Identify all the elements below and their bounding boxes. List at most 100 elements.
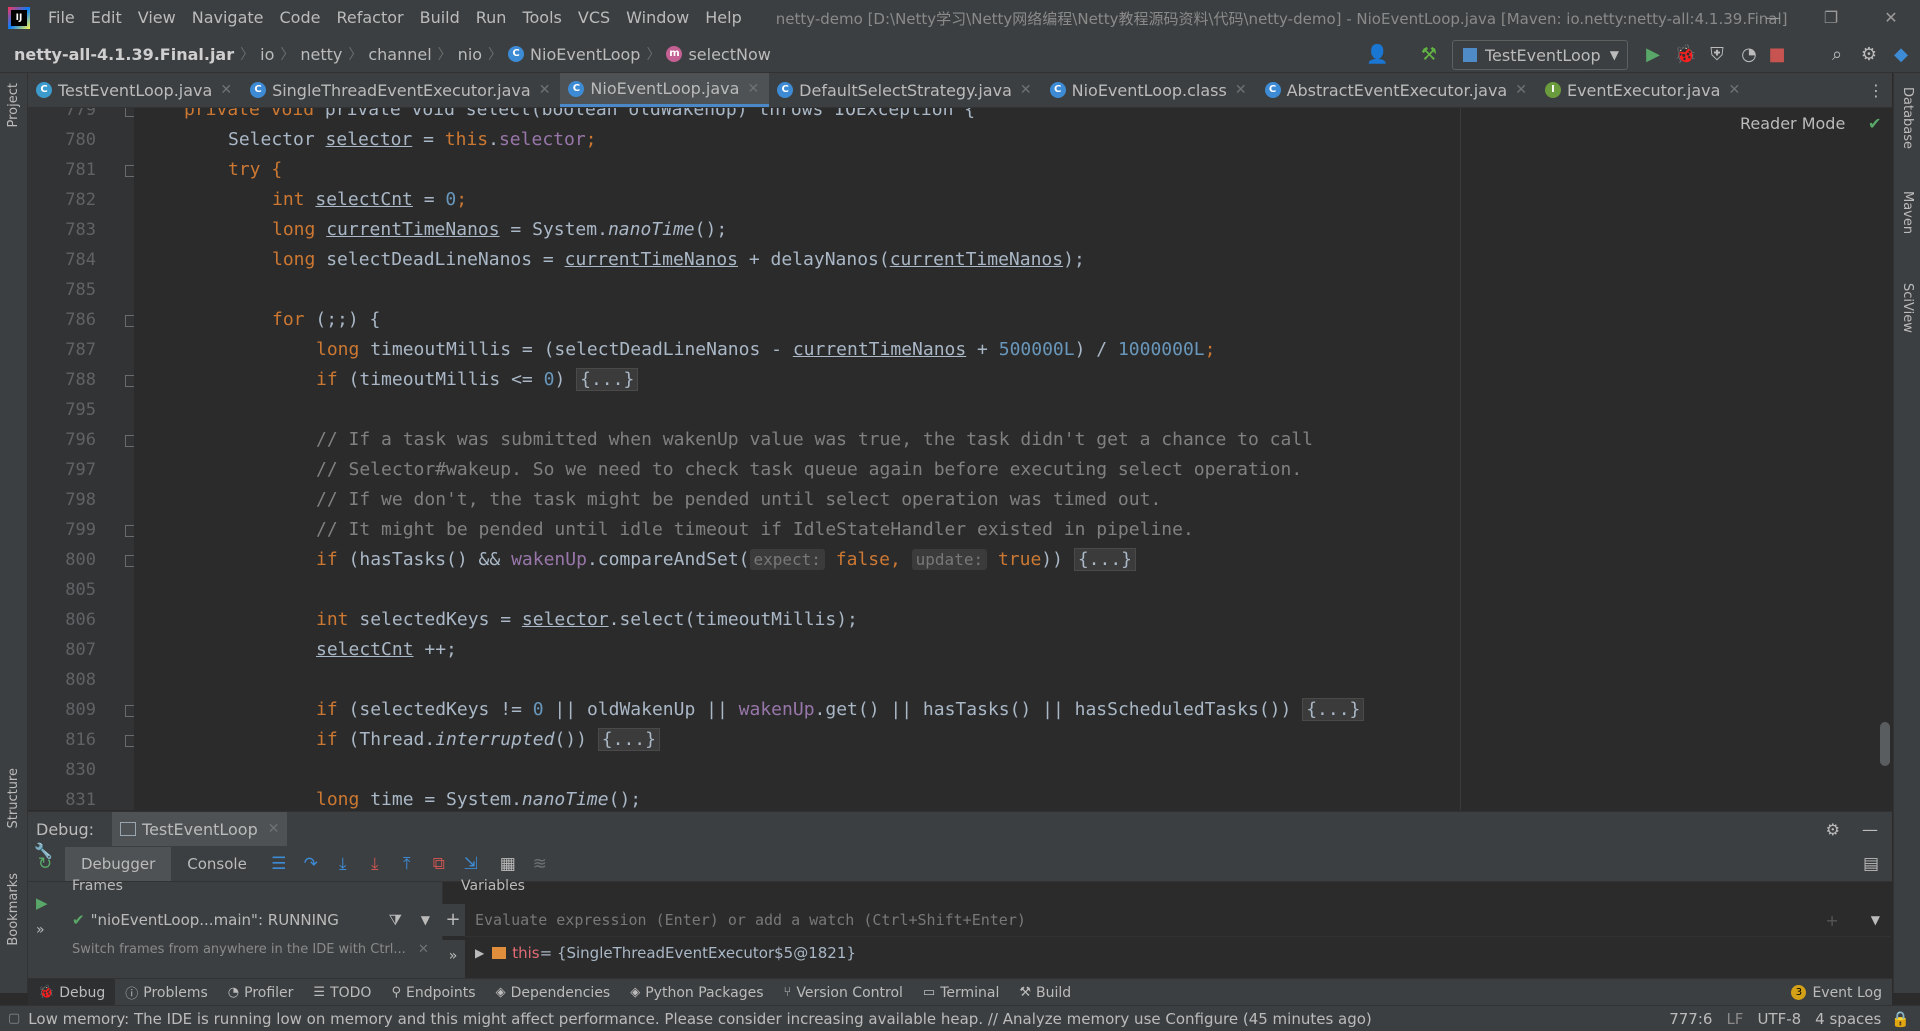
tab-debugger[interactable]: Debugger: [65, 847, 172, 881]
fold-marker-icon[interactable]: [125, 315, 134, 327]
menu-edit[interactable]: Edit: [83, 0, 130, 36]
drop-frame-icon[interactable]: ⧉: [428, 853, 450, 875]
fold-expand-icon[interactable]: [125, 555, 134, 567]
filter-icon[interactable]: ⧩: [389, 911, 402, 929]
tool-profiler[interactable]: ◔ Profiler: [218, 979, 304, 1006]
reader-mode-button[interactable]: Reader Mode: [1740, 114, 1845, 133]
build-hammer-icon[interactable]: ⚒: [1418, 44, 1440, 66]
menu-run[interactable]: Run: [468, 0, 515, 36]
overflow-icon[interactable]: »: [441, 940, 465, 979]
close-hint-icon[interactable]: ✕: [418, 942, 429, 957]
tab-nioeventloop-class[interactable]: C NioEventLoop.class ✕: [1042, 73, 1257, 107]
step-out-icon[interactable]: ⤒: [396, 853, 418, 875]
menu-build[interactable]: Build: [412, 0, 468, 36]
menu-help[interactable]: Help: [697, 0, 749, 36]
evaluate-expression-input[interactable]: Evaluate expression (Enter) or add a wat…: [465, 904, 1890, 937]
status-toggle-icon[interactable]: ▢: [8, 1011, 20, 1026]
menu-vcs[interactable]: VCS: [570, 0, 618, 36]
code-editor[interactable]: private void private void select(boolean…: [134, 108, 1892, 810]
tab-eventexecutor[interactable]: I EventExecutor.java ✕: [1537, 73, 1750, 107]
breadcrumb-method[interactable]: m selectNow: [666, 45, 771, 64]
tab-singlethreadeventexecutor[interactable]: C SingleThreadEventExecutor.java ✕: [242, 73, 560, 107]
lock-icon[interactable]: 🔒: [1891, 1010, 1910, 1028]
add-to-watches-icon[interactable]: +: [1825, 911, 1838, 930]
close-tab-icon[interactable]: ✕: [1728, 82, 1740, 98]
account-icon[interactable]: 👤: [1366, 44, 1388, 66]
force-step-into-icon[interactable]: ⤓: [364, 853, 386, 875]
close-tab-icon[interactable]: ✕: [1020, 82, 1032, 98]
menu-refactor[interactable]: Refactor: [328, 0, 411, 36]
fold-marker-icon[interactable]: [125, 435, 134, 447]
tool-version-control[interactable]: ⑂ Version Control: [774, 979, 913, 1006]
inspection-ok-icon[interactable]: ✔: [1868, 114, 1881, 133]
folded-block[interactable]: {...}: [1302, 698, 1365, 721]
fold-expand-icon[interactable]: [125, 705, 134, 717]
breadcrumb-class[interactable]: C NioEventLoop: [508, 45, 640, 64]
layout-settings-icon[interactable]: ▤: [1860, 853, 1882, 875]
fold-expand-icon[interactable]: [125, 375, 134, 387]
folded-block[interactable]: {...}: [1073, 548, 1136, 571]
editor-scrollbar[interactable]: [1880, 722, 1890, 766]
chevron-down-icon[interactable]: ▼: [421, 913, 430, 927]
tab-defaultselectstrategy[interactable]: C DefaultSelectStrategy.java ✕: [769, 73, 1041, 107]
add-watch-icon[interactable]: +: [441, 904, 465, 936]
show-execution-point-icon[interactable]: ☰: [268, 853, 290, 875]
database-tool-button[interactable]: Database: [1900, 87, 1915, 149]
run-to-cursor-icon[interactable]: ⇲: [460, 853, 482, 875]
maven-tool-button[interactable]: Maven: [1900, 191, 1915, 234]
line-separator[interactable]: LF: [1726, 1010, 1743, 1028]
tool-debug[interactable]: 🐞 Debug: [28, 979, 116, 1006]
coverage-icon[interactable]: ⛨: [1706, 44, 1728, 66]
stop-icon[interactable]: ■: [1766, 44, 1788, 66]
tool-todo[interactable]: ☰ TODO: [303, 979, 381, 1006]
tool-terminal[interactable]: ▭ Terminal: [913, 979, 1009, 1006]
debug-session-tab[interactable]: TestEventLoop ✕: [112, 812, 288, 846]
close-tab-icon[interactable]: ✕: [747, 81, 759, 97]
close-icon[interactable]: ✕: [1868, 0, 1914, 36]
profile-icon[interactable]: ◔: [1738, 44, 1760, 66]
tool-endpoints[interactable]: ⚲ Endpoints: [381, 979, 485, 1006]
menu-code[interactable]: Code: [272, 0, 329, 36]
step-over-icon[interactable]: ↷: [300, 853, 322, 875]
variable-row[interactable]: ▶ this = {SingleThreadEventExecutor$5@18…: [465, 940, 856, 966]
tool-dependencies[interactable]: ◈ Dependencies: [486, 979, 621, 1006]
gear-icon[interactable]: ⚙: [1858, 44, 1880, 66]
tab-testeventloop[interactable]: C TestEventLoop.java ✕: [28, 73, 242, 107]
caret-position[interactable]: 777:6: [1669, 1010, 1712, 1028]
structure-tool-button[interactable]: Structure: [6, 768, 21, 828]
fold-marker-icon[interactable]: [125, 525, 134, 537]
tool-event-log[interactable]: 3 Event Log: [1781, 979, 1892, 1006]
step-into-icon[interactable]: ⤓: [332, 853, 354, 875]
resume-icon[interactable]: ▶: [36, 894, 48, 912]
bookmarks-tool-button[interactable]: Bookmarks: [6, 873, 21, 946]
menu-navigate[interactable]: Navigate: [184, 0, 272, 36]
tool-problems[interactable]: ⓘ Problems: [115, 979, 218, 1006]
menu-tools[interactable]: Tools: [514, 0, 569, 36]
tool-python-packages[interactable]: ◈ Python Packages: [620, 979, 773, 1006]
close-tab-icon[interactable]: ✕: [220, 82, 232, 98]
breadcrumb-channel[interactable]: channel: [368, 45, 431, 64]
breadcrumb-jar[interactable]: netty-all-4.1.39.Final.jar: [14, 45, 234, 64]
restore-icon[interactable]: ❐: [1808, 0, 1854, 36]
run-icon[interactable]: ▶: [1642, 44, 1664, 66]
menu-view[interactable]: View: [130, 0, 184, 36]
close-tab-icon[interactable]: ✕: [539, 82, 551, 98]
breadcrumb-io[interactable]: io: [260, 45, 274, 64]
minimize-icon[interactable]: —: [1750, 0, 1796, 36]
more-actions-icon[interactable]: »: [36, 922, 45, 938]
debug-settings-gear-icon[interactable]: ⚙: [1826, 820, 1840, 839]
fold-expand-icon[interactable]: [125, 735, 134, 747]
menu-window[interactable]: Window: [618, 0, 697, 36]
fold-marker-icon[interactable]: [125, 108, 134, 117]
tool-build[interactable]: ⚒ Build: [1009, 979, 1081, 1006]
run-configuration-select[interactable]: TestEventLoop ▼: [1452, 40, 1628, 70]
folded-block[interactable]: {...}: [576, 368, 639, 391]
close-session-icon[interactable]: ✕: [268, 821, 280, 837]
search-icon[interactable]: ⌕: [1826, 44, 1848, 66]
sciview-tool-button[interactable]: SciView: [1900, 283, 1915, 333]
file-encoding[interactable]: UTF-8: [1757, 1010, 1801, 1028]
breadcrumb-netty[interactable]: netty: [300, 45, 342, 64]
tab-abstracteventexecutor[interactable]: C AbstractEventExecutor.java ✕: [1257, 73, 1537, 107]
tab-console[interactable]: Console: [171, 847, 263, 881]
project-tool-button[interactable]: Project: [6, 83, 21, 127]
